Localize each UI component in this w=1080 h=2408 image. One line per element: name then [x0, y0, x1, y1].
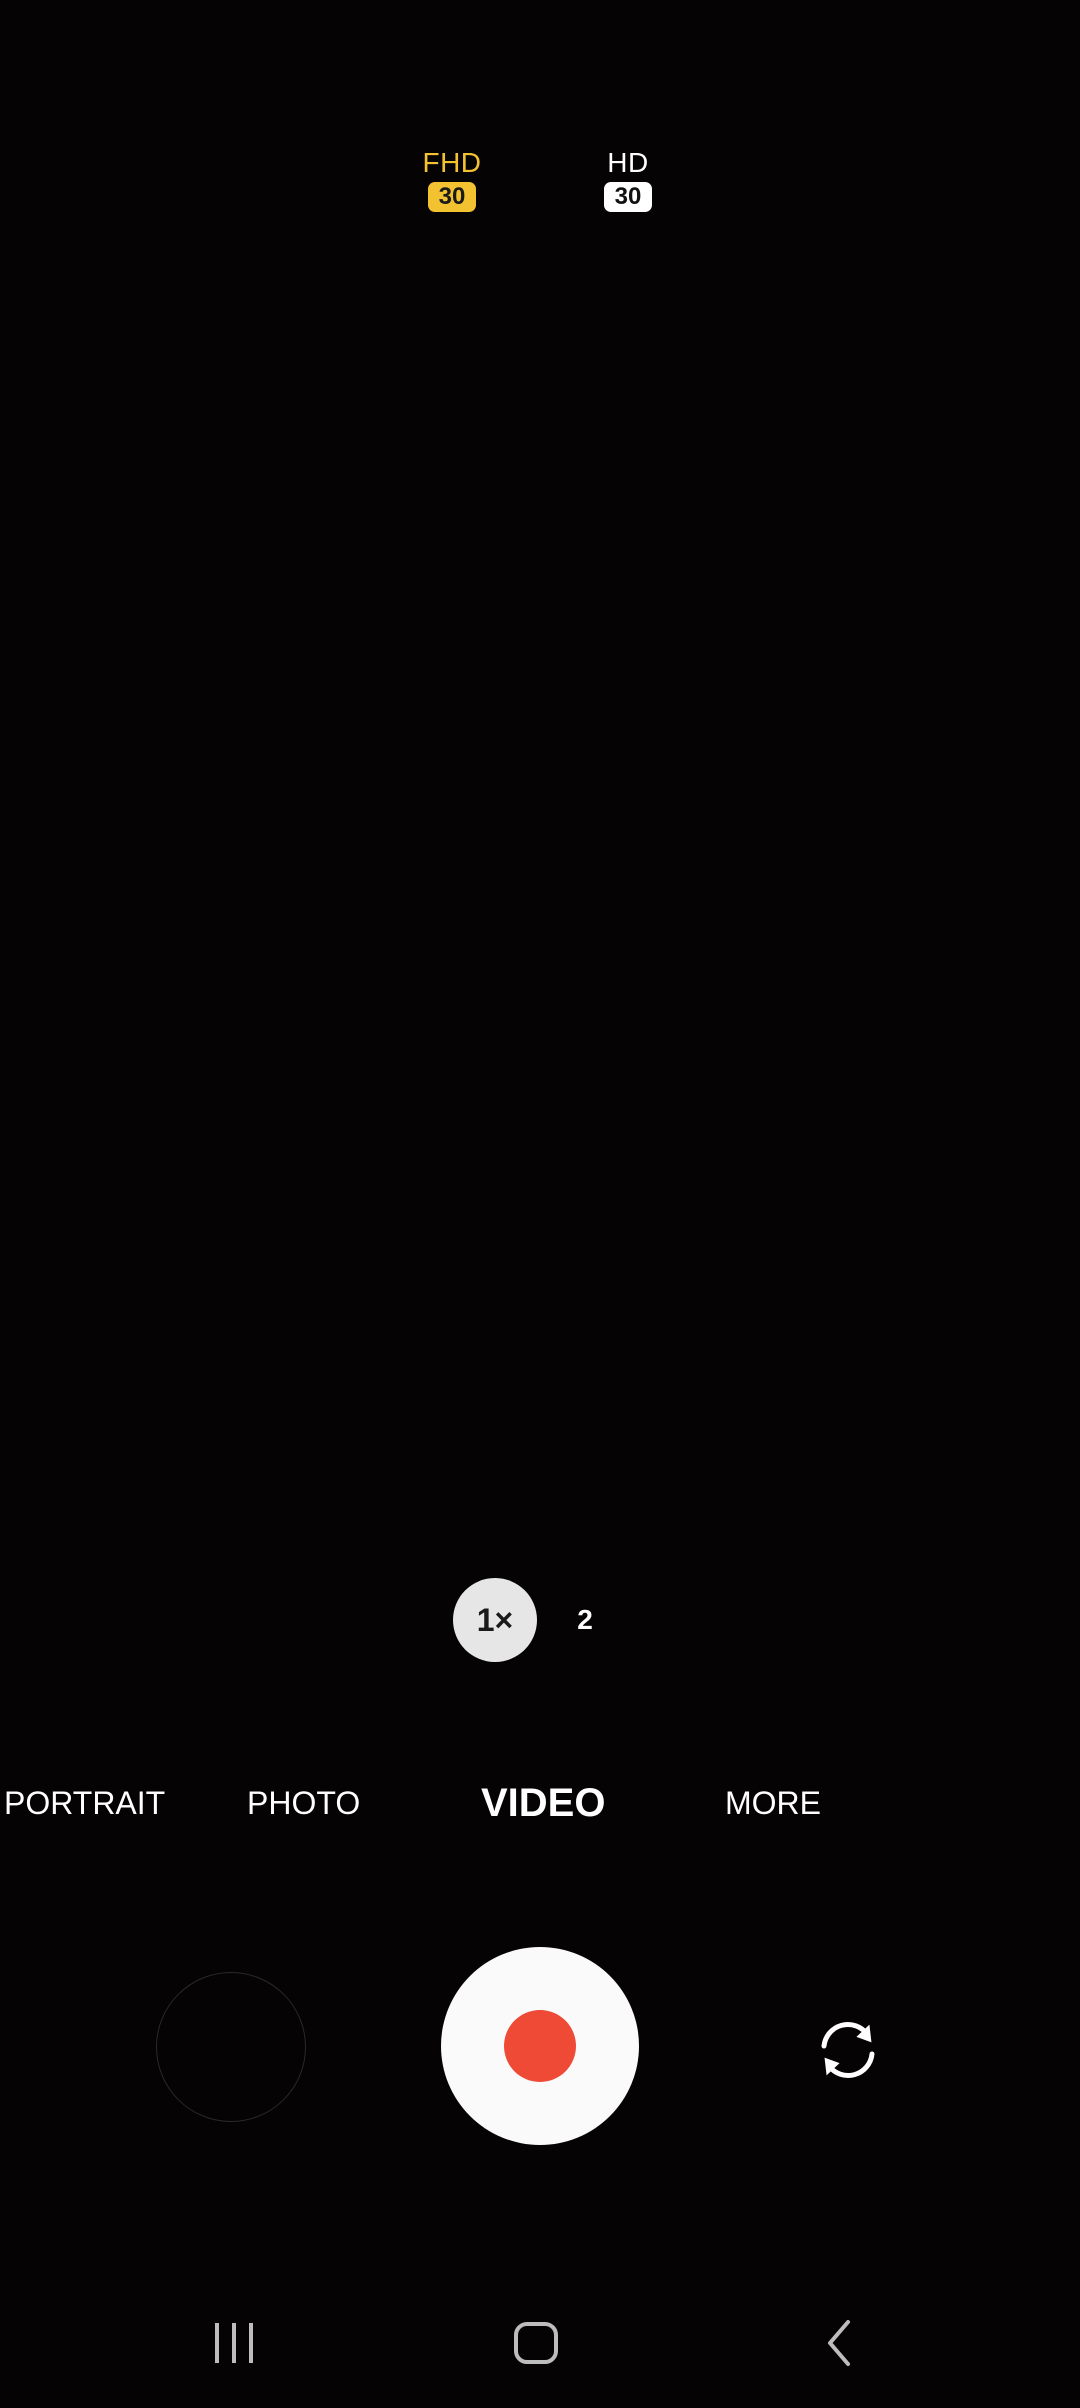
zoom-2x-button[interactable]: 2	[560, 1600, 610, 1640]
record-button[interactable]	[441, 1947, 639, 2145]
resolution-option-fhd[interactable]: FHD 30	[397, 148, 507, 212]
nav-recents-button[interactable]	[204, 2318, 264, 2368]
gallery-thumbnail[interactable]	[156, 1972, 306, 2122]
mode-portrait[interactable]: PORTRAIT	[4, 1785, 165, 1822]
switch-camera-icon	[821, 2022, 875, 2078]
nav-home-button[interactable]	[506, 2318, 566, 2368]
camera-screen: FHD 30 HD 30 1× 2 PORTRAIT PHOTO VIDEO M…	[0, 0, 1080, 2408]
zoom-1x-button[interactable]: 1×	[453, 1578, 537, 1662]
home-icon	[514, 2322, 558, 2364]
nav-back-button[interactable]	[810, 2318, 870, 2368]
resolution-option-hd[interactable]: HD 30	[573, 148, 683, 212]
mode-video[interactable]: VIDEO	[481, 1781, 605, 1826]
recents-icon	[215, 2323, 253, 2363]
fps-badge-hd: 30	[604, 182, 652, 212]
viewfinder[interactable]	[0, 280, 1080, 1530]
record-icon	[504, 2010, 576, 2082]
resolution-label-hd: HD	[607, 147, 649, 178]
resolution-label-fhd: FHD	[422, 147, 482, 178]
fps-badge-fhd: 30	[428, 182, 476, 212]
mode-photo[interactable]: PHOTO	[247, 1785, 360, 1822]
back-icon	[828, 2320, 850, 2366]
switch-camera-button[interactable]	[808, 2010, 888, 2090]
mode-more[interactable]: MORE	[725, 1785, 821, 1822]
